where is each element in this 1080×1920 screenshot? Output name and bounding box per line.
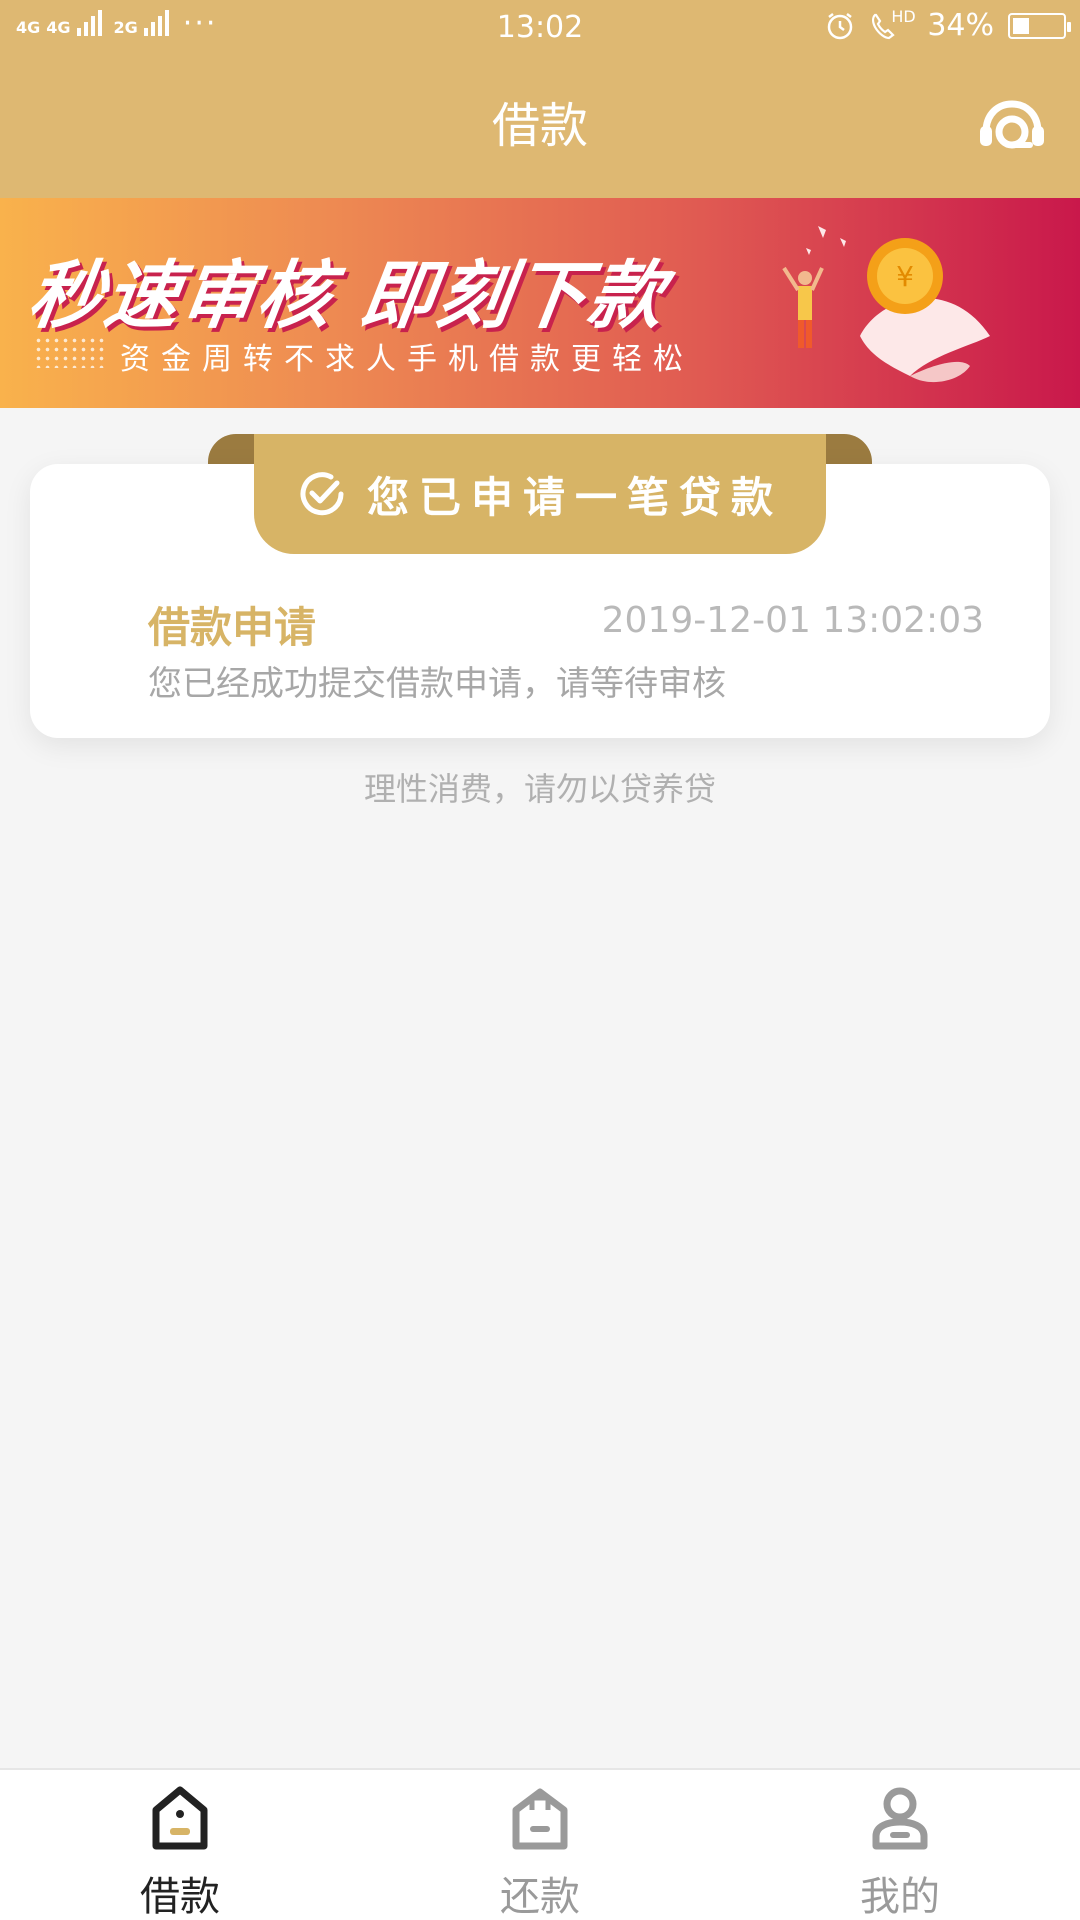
banner-headline: 秒速审核 即刻下款	[23, 253, 671, 339]
page-title: 借款	[491, 98, 588, 154]
promo-banner[interactable]: 秒速审核 即刻下款 资金周转不求人手机借款更轻松 ¥	[0, 198, 1080, 408]
battery-icon	[1008, 12, 1071, 39]
bottom-tab-bar: 借款 还款 我的	[0, 1768, 1080, 1920]
alarm-icon	[828, 12, 853, 39]
tab-mine[interactable]: 我的	[720, 1770, 1080, 1920]
call-badge: HD	[891, 6, 916, 26]
wifi-call-icon: HD	[869, 7, 916, 41]
application-title: 借款申请	[148, 603, 317, 652]
banner-subtitle: 资金周转不求人手机借款更轻松	[120, 342, 694, 377]
status-bar: 4G 4G 2G ··· 13:02 HD 34%	[0, 0, 1080, 58]
application-description: 您已经成功提交借款申请，请等待审核	[148, 664, 726, 704]
tab-repay-label: 还款	[500, 1874, 580, 1920]
battery-percent: 34%	[927, 8, 994, 43]
tab-loan-label: 借款	[140, 1874, 220, 1920]
tab-loan[interactable]: 借款	[0, 1770, 360, 1920]
ribbon-label: 您已申请一笔贷款	[366, 472, 783, 522]
coin-illustration-icon: ¥	[782, 226, 990, 383]
banner-dots-decoration	[34, 336, 106, 368]
status-right: HD 34%	[825, 7, 1071, 43]
coin-symbol: ¥	[896, 260, 914, 293]
tab-mine-label: 我的	[860, 1874, 940, 1920]
application-timestamp: 2019-12-01 13:02:03	[601, 600, 984, 641]
status-ribbon: 您已申请一笔贷款	[254, 434, 826, 554]
tab-repay[interactable]: 还款	[360, 1770, 720, 1920]
user-icon	[872, 1787, 928, 1850]
loan-house-icon	[152, 1786, 208, 1850]
top-bar: 4G 4G 2G ··· 13:02 HD 34% 借款	[0, 0, 1080, 198]
repay-bag-icon	[512, 1788, 568, 1850]
check-circle-icon	[300, 472, 344, 516]
responsible-lending-tip: 理性消费，请勿以贷养贷	[363, 770, 716, 808]
headset-icon[interactable]	[976, 96, 1048, 156]
